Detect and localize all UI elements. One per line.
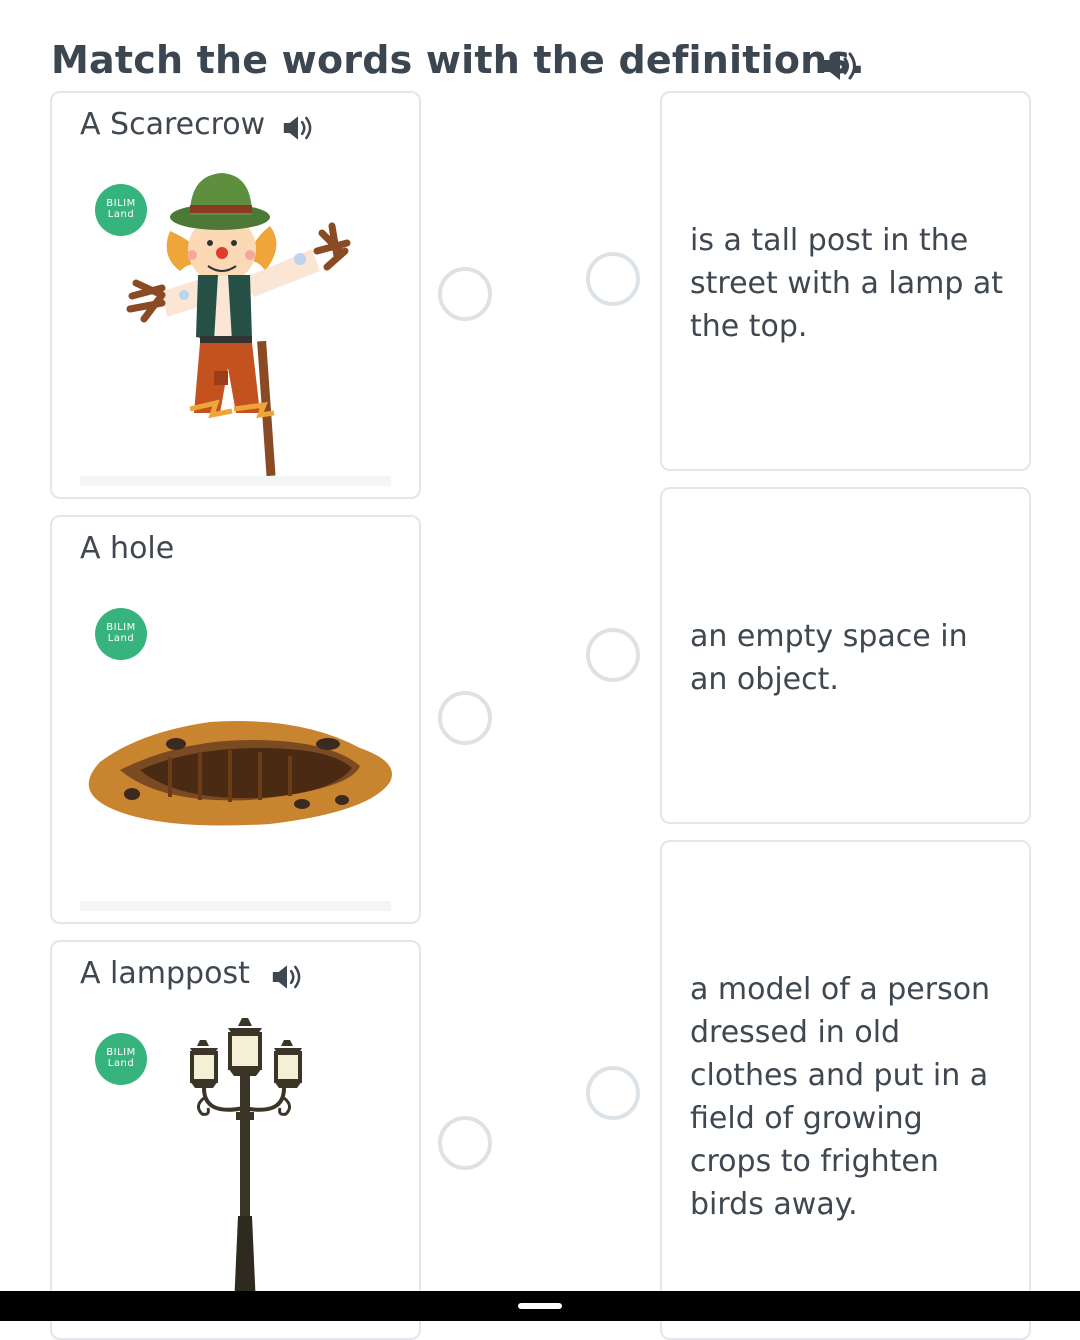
word-speaker-icon[interactable] bbox=[270, 962, 304, 992]
home-gesture-handle[interactable] bbox=[518, 1303, 562, 1309]
definition-match-radio[interactable] bbox=[586, 252, 640, 306]
definition-match-radio[interactable] bbox=[586, 1066, 640, 1120]
definition-card[interactable]: a model of a person dressed in old cloth… bbox=[660, 840, 1031, 1340]
word-card-lamppost[interactable]: A lamppost BILIM Land bbox=[50, 940, 421, 1340]
definition-card[interactable]: an empty space in an object. bbox=[660, 487, 1031, 824]
definition-text: a model of a person dressed in old cloth… bbox=[690, 972, 991, 1222]
definition-match-radio[interactable] bbox=[586, 628, 640, 682]
brand-logo-badge: BILIM Land bbox=[95, 608, 147, 660]
word-match-radio[interactable] bbox=[438, 1116, 492, 1170]
title-speaker-icon[interactable] bbox=[820, 48, 860, 84]
word-match-radio[interactable] bbox=[438, 691, 492, 745]
word-card-scarecrow[interactable]: A Scarecrow BILIM Land bbox=[50, 91, 421, 499]
word-label: A Scarecrow bbox=[80, 107, 266, 142]
definition-card[interactable]: is a tall post in the street with a lamp… bbox=[660, 91, 1031, 471]
image-caption-strip bbox=[80, 476, 391, 486]
lamppost-image bbox=[190, 1018, 302, 1306]
word-label: A lamppost bbox=[80, 956, 250, 991]
definition-text: is a tall post in the street with a lamp… bbox=[690, 223, 1004, 344]
definition-text: an empty space in an object. bbox=[690, 619, 968, 697]
word-speaker-icon[interactable] bbox=[281, 113, 315, 143]
image-caption-strip bbox=[80, 901, 391, 911]
page-title: Match the words with the definitions. bbox=[51, 38, 865, 82]
brand-logo-badge: BILIM Land bbox=[95, 1033, 147, 1085]
word-card-hole[interactable]: A hole BILIM Land bbox=[50, 515, 421, 924]
hole-image bbox=[88, 721, 392, 826]
scarecrow-image bbox=[126, 173, 351, 476]
word-match-radio[interactable] bbox=[438, 267, 492, 321]
word-label: A hole bbox=[80, 531, 175, 566]
